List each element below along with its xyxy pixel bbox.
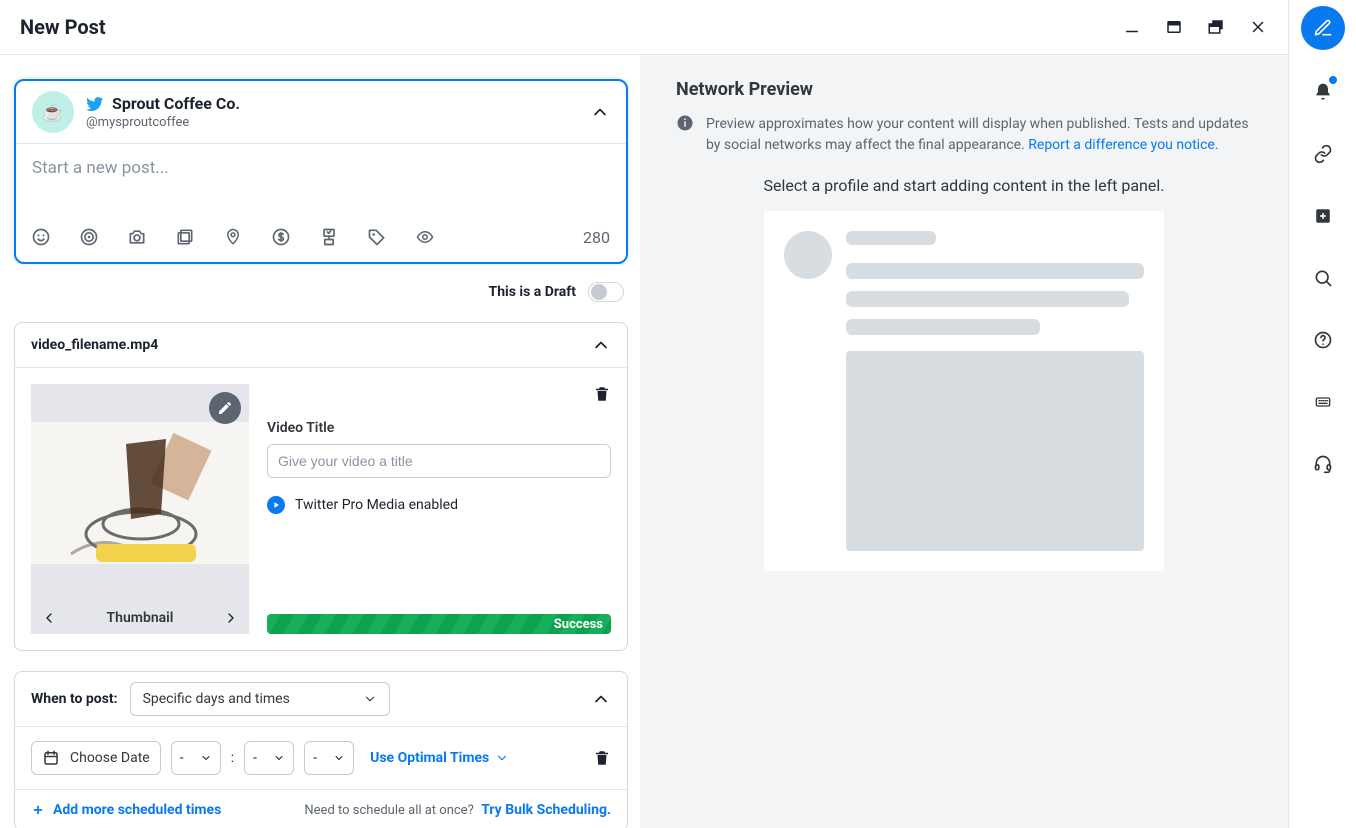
draft-label: This is a Draft <box>489 284 576 300</box>
asset-library-icon[interactable] <box>78 226 100 248</box>
support-icon[interactable] <box>1301 444 1345 484</box>
notifications-icon[interactable] <box>1301 72 1345 112</box>
profile-handle: @mysproutcoffee <box>86 115 590 130</box>
upload-status: Success <box>554 617 603 632</box>
preview-info-link[interactable]: Report a difference you notice. <box>1028 137 1218 153</box>
keyboard-icon[interactable] <box>1301 382 1345 422</box>
video-title-input[interactable] <box>267 444 611 478</box>
compose-panel: ☕ Sprout Coffee Co. @mysproutcoffee <box>0 55 640 828</box>
time-colon: : <box>231 750 234 766</box>
thumbnail-prev-icon[interactable] <box>41 610 57 626</box>
video-filename: video_filename.mp4 <box>31 337 158 353</box>
bulk-text: Need to schedule all at once? <box>304 803 473 818</box>
page-title: New Post <box>20 15 1122 39</box>
dock-icon[interactable] <box>1164 17 1184 37</box>
edit-thumbnail-icon[interactable] <box>209 392 241 424</box>
hour-select[interactable]: - <box>171 741 221 775</box>
pro-media-icon <box>267 496 285 514</box>
emoji-icon[interactable] <box>30 226 52 248</box>
collapse-video-icon[interactable] <box>591 335 611 355</box>
preview-skeleton <box>764 211 1164 571</box>
choose-date-button[interactable]: Choose Date <box>31 741 161 775</box>
preview-title: Network Preview <box>676 79 1252 100</box>
windows-icon[interactable] <box>1206 17 1226 37</box>
video-title-label: Video Title <box>267 420 611 436</box>
thumbnail-next-icon[interactable] <box>223 610 239 626</box>
schedule-card: When to post: Specific days and times <box>14 671 628 828</box>
schedule-mode-select[interactable]: Specific days and times <box>130 682 390 716</box>
collapse-compose-icon[interactable] <box>590 102 610 122</box>
compose-textarea[interactable]: Start a new post... <box>32 158 610 204</box>
char-count: 280 <box>583 228 610 247</box>
help-icon[interactable] <box>1301 320 1345 360</box>
pro-media-text: Twitter Pro Media enabled <box>295 497 458 513</box>
link-icon[interactable] <box>1301 134 1345 174</box>
right-rail <box>1288 0 1356 828</box>
preview-icon[interactable] <box>414 226 436 248</box>
compose-card: ☕ Sprout Coffee Co. @mysproutcoffee <box>14 79 628 264</box>
profile-name: Sprout Coffee Co. <box>112 94 240 113</box>
compose-fab[interactable] <box>1301 6 1345 50</box>
video-card: video_filename.mp4 <box>14 322 628 651</box>
location-icon[interactable] <box>222 226 244 248</box>
header: New Post <box>0 0 1288 55</box>
tag-icon[interactable] <box>366 226 388 248</box>
profile-avatar[interactable]: ☕ <box>32 91 74 133</box>
draft-toggle[interactable] <box>588 282 624 302</box>
add-square-icon[interactable] <box>1301 196 1345 236</box>
monetize-icon[interactable] <box>270 226 292 248</box>
minimize-icon[interactable] <box>1122 17 1142 37</box>
camera-icon[interactable] <box>126 226 148 248</box>
delete-schedule-icon[interactable] <box>593 748 611 768</box>
search-icon[interactable] <box>1301 258 1345 298</box>
minute-select[interactable]: - <box>244 741 294 775</box>
delete-video-icon[interactable] <box>593 384 611 404</box>
approval-icon[interactable] <box>318 226 340 248</box>
preview-instruction: Select a profile and start adding conten… <box>676 176 1252 195</box>
collapse-schedule-icon[interactable] <box>591 689 611 709</box>
add-more-times-button[interactable]: Add more scheduled times <box>31 802 221 818</box>
when-to-post-label: When to post: <box>31 691 118 707</box>
optimal-times-button[interactable]: Use Optimal Times <box>370 750 509 766</box>
bulk-link[interactable]: Try Bulk Scheduling. <box>481 802 611 818</box>
twitter-icon <box>86 95 104 113</box>
gallery-icon[interactable] <box>174 226 196 248</box>
ampm-select[interactable]: - <box>304 741 354 775</box>
upload-progress: Success <box>267 614 611 634</box>
preview-panel: Network Preview Preview approximates how… <box>640 55 1288 828</box>
info-icon <box>676 114 694 156</box>
close-icon[interactable] <box>1248 17 1268 37</box>
thumbnail-label: Thumbnail <box>107 610 174 626</box>
video-thumbnail[interactable] <box>31 384 249 602</box>
